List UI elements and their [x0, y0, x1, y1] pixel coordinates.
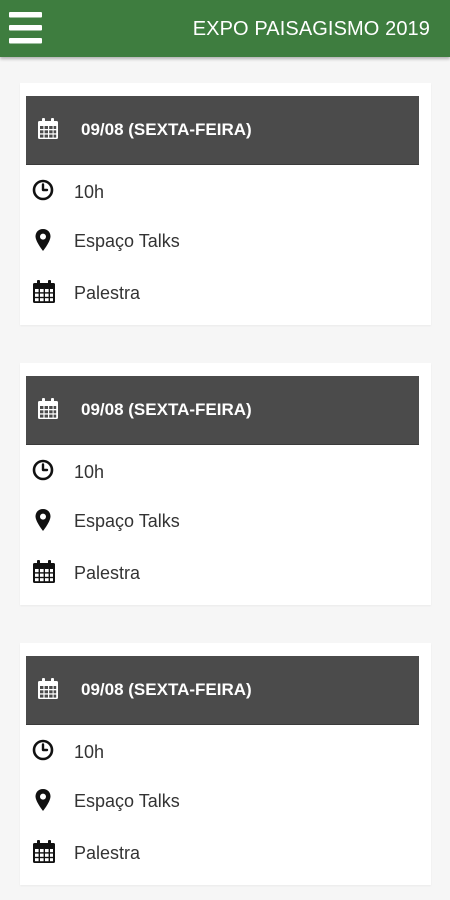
app-bar: EXPO PAISAGISMO 2019 — [0, 0, 450, 57]
hamburger-menu-icon[interactable] — [9, 12, 42, 44]
event-time: 10h — [74, 182, 105, 202]
event-time: 10h — [74, 742, 105, 762]
map-pin-icon — [32, 228, 54, 257]
event-location-row: Espaço Talks — [20, 220, 431, 260]
event-location-row: Espaço Talks — [20, 500, 431, 540]
event-type: Palestra — [74, 843, 141, 863]
event-card[interactable]: 09/08 (SEXTA-FEIRA) 10h Espaço Talks Pal… — [20, 643, 431, 885]
calendar-icon — [37, 678, 59, 705]
event-location: Espaço Talks — [74, 231, 180, 251]
calendar-icon — [37, 398, 59, 425]
calendar-icon — [32, 280, 56, 309]
clock-icon — [32, 179, 54, 206]
event-type-row: Palestra — [20, 552, 431, 592]
calendar-icon — [32, 560, 56, 589]
event-card-header: 09/08 (SEXTA-FEIRA) — [26, 376, 419, 445]
event-date: 09/08 (SEXTA-FEIRA) — [81, 400, 252, 419]
event-date: 09/08 (SEXTA-FEIRA) — [81, 120, 252, 139]
event-type: Palestra — [74, 563, 141, 583]
map-pin-icon — [32, 788, 54, 817]
event-card[interactable]: 09/08 (SEXTA-FEIRA) 10h Espaço Talks Pal… — [20, 83, 431, 325]
calendar-icon — [37, 118, 59, 145]
app-title: EXPO PAISAGISMO 2019 — [192, 18, 430, 40]
map-pin-icon — [32, 508, 54, 537]
event-type: Palestra — [74, 283, 141, 303]
event-type-row: Palestra — [20, 272, 431, 312]
event-time-row: 10h — [20, 171, 431, 211]
event-card-header: 09/08 (SEXTA-FEIRA) — [26, 656, 419, 725]
event-card-header: 09/08 (SEXTA-FEIRA) — [26, 96, 419, 165]
event-card[interactable]: 09/08 (SEXTA-FEIRA) 10h Espaço Talks Pal… — [20, 363, 431, 605]
event-type-row: Palestra — [20, 832, 431, 872]
clock-icon — [32, 739, 54, 766]
event-location: Espaço Talks — [74, 791, 180, 811]
event-location-row: Espaço Talks — [20, 780, 431, 820]
event-time-row: 10h — [20, 451, 431, 491]
calendar-icon — [32, 840, 56, 869]
event-location: Espaço Talks — [74, 511, 180, 531]
event-date: 09/08 (SEXTA-FEIRA) — [81, 680, 252, 699]
clock-icon — [32, 459, 54, 486]
event-time-row: 10h — [20, 731, 431, 771]
event-time: 10h — [74, 462, 105, 482]
